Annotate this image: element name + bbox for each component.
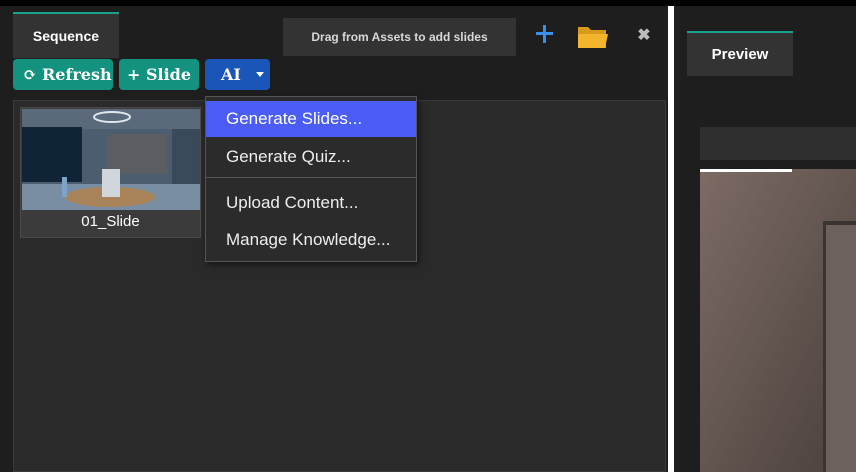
slide-label: 01_Slide — [81, 213, 140, 230]
menu-item-generate-quiz[interactable]: Generate Quiz... — [206, 139, 416, 175]
drag-hint: Drag from Assets to add slides — [283, 18, 516, 56]
tab-sequence[interactable]: Sequence — [13, 12, 119, 58]
menu-separator — [206, 177, 416, 178]
refresh-button[interactable]: ⟳ Refresh — [13, 59, 113, 90]
ai-dropdown-menu: Generate Slides... Generate Quiz... Uplo… — [205, 96, 417, 262]
preview-image — [700, 169, 856, 472]
preview-toolbar — [700, 127, 856, 160]
add-slide-button[interactable]: + Slide — [119, 59, 199, 90]
chevron-down-icon — [256, 72, 264, 77]
menu-item-generate-slides[interactable]: Generate Slides... — [206, 101, 416, 137]
slide-thumbnail[interactable]: 01_Slide — [20, 107, 201, 238]
folder-icon[interactable] — [577, 24, 609, 50]
menu-item-upload-content[interactable]: Upload Content... — [206, 185, 416, 221]
ai-button-label: AI — [221, 65, 241, 84]
ai-dropdown-button[interactable]: AI — [205, 59, 270, 90]
menu-item-manage-knowledge[interactable]: Manage Knowledge... — [206, 222, 416, 258]
close-icon[interactable]: ✖ — [636, 28, 652, 44]
slide-preview-image — [22, 109, 200, 210]
tab-preview[interactable]: Preview — [687, 31, 793, 76]
plus-icon[interactable] — [533, 22, 557, 46]
